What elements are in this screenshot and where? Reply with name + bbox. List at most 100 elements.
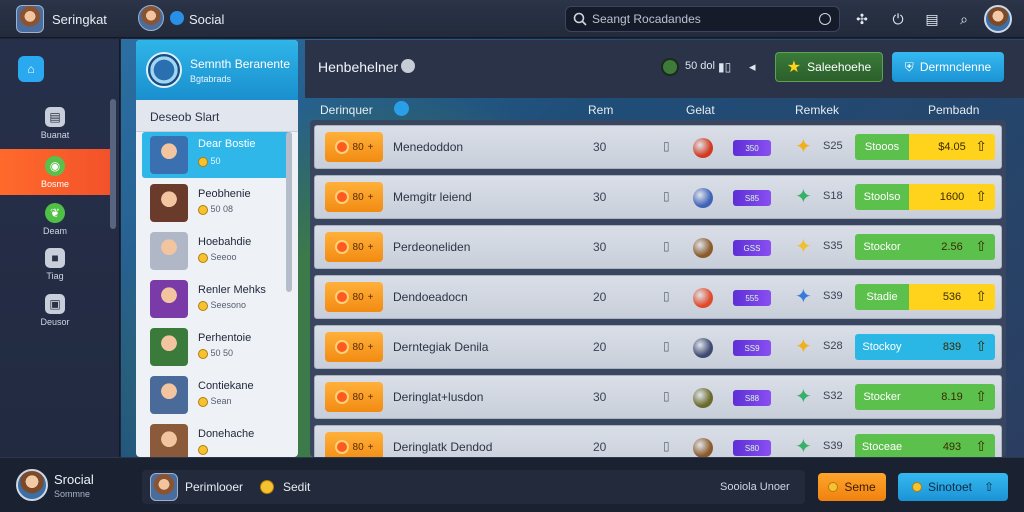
leaf-icon: ❦ [45, 202, 65, 223]
level-badge[interactable]: 80 + [325, 332, 383, 362]
blue-button-label: Dermnclenne [919, 60, 992, 74]
friend-list-item[interactable]: Renler Mehks Seesono [142, 276, 292, 322]
coin-icon [198, 204, 208, 215]
document-icon[interactable]: ▯ [663, 239, 670, 253]
rank-value: 20 [593, 340, 607, 354]
gem-icon: ✦ [795, 436, 812, 457]
gem-tag: 555 [733, 290, 771, 306]
friend-list-item[interactable]: Dear Bostie 50 [142, 132, 292, 178]
level-badge[interactable]: 80 + [325, 132, 383, 162]
friend-list-item[interactable]: Contiekane Sean [142, 372, 292, 418]
table-row[interactable]: 80 + Derntegiak Denila 20 ▯ SS9 ✦ S28 Stockoy 839… [314, 325, 1002, 369]
gem-tag: GSS [733, 240, 771, 256]
orange-bottom-button[interactable]: Seme [818, 473, 886, 501]
table-row[interactable]: 80 + Deringlat+lusdon 30 ▯ S88 ✦ S32 Stocker 8.19… [314, 375, 1002, 419]
document-icon[interactable]: ▯ [663, 439, 670, 453]
search-input[interactable] [592, 10, 812, 28]
friend-avatar [150, 376, 188, 414]
app-avatar[interactable] [16, 5, 44, 33]
coin-icon [198, 252, 208, 263]
level-value: 80 [352, 241, 364, 253]
sidebar-scrollbar[interactable] [110, 99, 116, 229]
friend-list-item[interactable]: Donehache [142, 420, 292, 457]
document-icon[interactable]: ▯ [663, 339, 670, 353]
table-row[interactable]: 80 + Perdeoneliden 30 ▯ GSS ✦ S35 Stockor 2.56 ⇧ [314, 225, 1002, 269]
orb-icon [693, 288, 713, 308]
profile-avatar[interactable] [16, 469, 48, 501]
document-icon[interactable]: ▯ [663, 189, 670, 203]
friend-avatar [150, 328, 188, 366]
plus-icon: + [367, 441, 374, 453]
share-icon[interactable]: ✣ [850, 7, 874, 31]
upgrade-arrow-icon: ⇧ [975, 138, 987, 154]
search-box[interactable] [565, 6, 840, 32]
social-label[interactable]: Social [189, 12, 224, 27]
main-title: Henbehelner [318, 59, 399, 75]
sidebar-item-buanat[interactable]: ▤ Buanat [0, 100, 110, 146]
coin-icon [198, 156, 208, 167]
action-button[interactable]: Stocker 8.19 ⇧ [855, 384, 995, 410]
document-icon[interactable]: ▯ [663, 139, 670, 153]
table-row[interactable]: 80 + Menedoddon 30 ▯ 350 ✦ S25 Stooos $4.05 ⇧ [314, 125, 1002, 169]
player-name: Menedoddon [393, 140, 464, 154]
action-button[interactable]: Stadie 536 ⇧ [855, 284, 995, 310]
wallet-icon[interactable]: ▤ [920, 7, 944, 31]
blue-action-button[interactable]: ⛨ Dermnclenne [892, 52, 1004, 82]
friend-list-item[interactable]: Peobhenie 50 08 [142, 180, 292, 226]
blue-bottom-button[interactable]: Sinotoet ⇧ [898, 473, 1008, 501]
back-icon[interactable]: ◂ [749, 59, 756, 75]
bottom-status-panel: Perimlooer Sedit Sooiola Unoer [142, 470, 805, 504]
table-row[interactable]: 80 + Memgitr leiend 30 ▯ S85 ✦ S18 Stoolso 1600 ⇧ [314, 175, 1002, 219]
friend-list-scrollbar[interactable] [286, 132, 292, 292]
level-badge[interactable]: 80 + [325, 182, 383, 212]
document-icon[interactable]: ▯ [663, 289, 670, 303]
level-value: 80 [352, 291, 364, 303]
sidebar-item-tiag[interactable]: ■ Tiag [0, 241, 110, 287]
table-row[interactable]: 80 + Deringlatk Dendod 20 ▯ S80 ✦ S39 Stoceae 493… [314, 425, 1002, 457]
coin-icon [911, 482, 922, 492]
friend-mini-avatar[interactable] [150, 473, 178, 501]
level-coin-icon [334, 140, 349, 154]
friend-list-item[interactable]: Perhentoie 50 50 [142, 324, 292, 370]
gem-count: S18 [823, 190, 843, 202]
gem-count: S35 [823, 240, 843, 252]
help-icon[interactable] [394, 101, 409, 116]
gem-icon: ✦ [795, 136, 812, 158]
action-button[interactable]: Stockoy 839 ⇧ [855, 334, 995, 360]
level-badge[interactable]: 80 + [325, 232, 383, 262]
friend-list-item[interactable]: Hoebahdie Seeoo [142, 228, 292, 274]
action-button[interactable]: Stooos $4.05 ⇧ [855, 134, 995, 160]
search-icon-button[interactable]: ⌕ [952, 7, 976, 31]
power-icon[interactable]: ⏻ [886, 7, 910, 31]
coin-icon [260, 480, 274, 494]
rank-value: 30 [593, 240, 607, 254]
plus-icon: + [367, 341, 374, 353]
level-badge[interactable]: 80 + [325, 382, 383, 412]
left-sidebar: ⌂ ▤ Buanat ◉ Bosme ❦ Deam ■ Tiag ▣ Deuso… [0, 39, 120, 457]
document-icon[interactable]: ▯ [663, 389, 670, 403]
level-badge[interactable]: 80 + [325, 432, 383, 457]
gem-count: S39 [823, 440, 843, 452]
friend-coin-value: Sean [210, 396, 232, 406]
sidebar-item-bosme[interactable]: ◉ Bosme [0, 149, 110, 195]
action-button[interactable]: Stoolso 1600 ⇧ [855, 184, 995, 210]
sidebar-item-deam[interactable]: ❦ Deam [0, 196, 110, 242]
info-icon[interactable] [401, 59, 415, 73]
home-icon[interactable]: ⌂ [18, 56, 44, 82]
level-badge[interactable]: 80 + [325, 282, 383, 312]
social-icon[interactable] [170, 11, 184, 25]
action-button[interactable]: Stockor 2.56 ⇧ [855, 234, 995, 260]
rank-value: 20 [593, 440, 607, 454]
social-avatar[interactable] [138, 5, 164, 31]
app-name: Seringkat [52, 12, 107, 27]
clear-icon[interactable] [819, 13, 831, 25]
sidebar-item-deusor[interactable]: ▣ Deusor [0, 287, 110, 333]
user-avatar[interactable] [984, 5, 1012, 33]
green-action-button[interactable]: ★ Saleehoehe [775, 52, 883, 82]
action-button[interactable]: Stoceae 493 ⇧ [855, 434, 995, 457]
friend-name: Contiekane [198, 380, 254, 392]
friend-coin-value: 50 50 [210, 348, 234, 358]
plus-icon: + [367, 141, 374, 153]
table-row[interactable]: 80 + Dendoeadocn 20 ▯ 555 ✦ S39 Stadie 536 ⇧ [314, 275, 1002, 319]
flag-icon[interactable]: ▮▯ [718, 60, 731, 74]
